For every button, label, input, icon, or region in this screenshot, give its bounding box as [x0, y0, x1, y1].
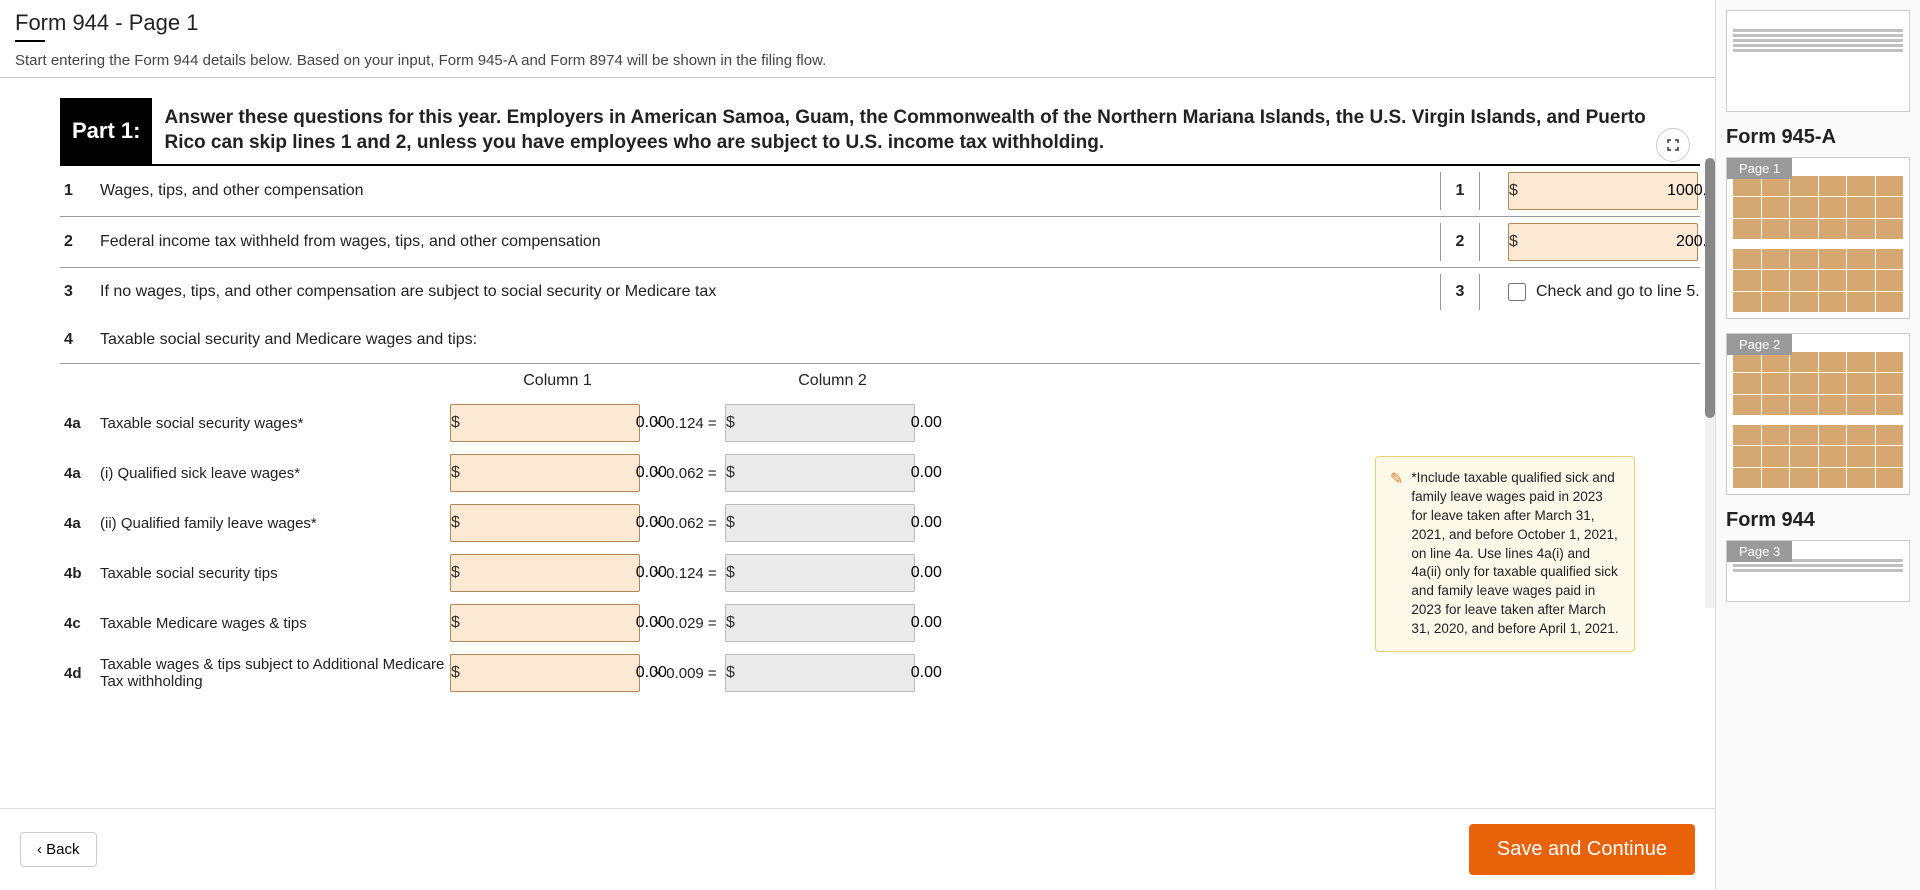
line-4c-num: 4c — [60, 615, 90, 632]
line-4b-mult: × 0.124 = — [645, 565, 725, 582]
maximize-icon — [1665, 137, 1681, 153]
chevron-left-icon: ‹ — [37, 841, 46, 858]
line-4b-label: Taxable social security tips — [90, 565, 450, 582]
scrollbar[interactable] — [1705, 158, 1715, 608]
line-4-label: Taxable social security and Medicare wag… — [90, 331, 1700, 349]
column-2-header: Column 2 — [735, 372, 930, 390]
line-4c-col2-output — [735, 614, 952, 632]
columns-header: Column 1 Column 2 — [60, 364, 1700, 398]
page-label: Page 1 — [1727, 158, 1792, 179]
line-2-label: Federal income tax withheld from wages, … — [90, 233, 1440, 251]
line-4a-row: 4a Taxable social security wages* $ × 0.… — [60, 398, 1700, 448]
info-icon: ✎ — [1390, 469, 1403, 639]
line-3-row: 3 If no wages, tips, and other compensat… — [60, 268, 1700, 316]
line-1-boxnum: 1 — [1440, 172, 1480, 210]
page-label: Page 2 — [1727, 334, 1792, 355]
line-4aii-mult: × 0.062 = — [645, 515, 725, 532]
sidebar-form945a-title: Form 945-A — [1726, 126, 1910, 149]
line-4ai-label: (i) Qualified sick leave wages* — [90, 465, 450, 482]
footer: ‹ Back Save and Continue — [0, 808, 1715, 890]
line-4ai-num: 4a — [60, 465, 90, 482]
maximize-button[interactable] — [1656, 128, 1690, 162]
line-2-boxnum: 2 — [1440, 223, 1480, 261]
line-3-check-label: Check and go to line 5. — [1536, 283, 1700, 301]
line-2-num: 2 — [60, 233, 90, 251]
form-viewer: Part 1: Answer these questions for this … — [0, 78, 1715, 808]
save-continue-button[interactable]: Save and Continue — [1469, 824, 1695, 875]
part1-label: Part 1: — [60, 98, 152, 164]
page-label: Page 3 — [1727, 541, 1792, 562]
line-2-row: 2 Federal income tax withheld from wages… — [60, 217, 1700, 268]
line-3-boxnum: 3 — [1440, 274, 1480, 310]
line-4-row: 4 Taxable social security and Medicare w… — [60, 316, 1700, 364]
line-4a-label: Taxable social security wages* — [90, 415, 450, 432]
line-4a-col2-output — [735, 414, 952, 432]
line-4a-mult: × 0.124 = — [645, 415, 725, 432]
line-4c-label: Taxable Medicare wages & tips — [90, 615, 450, 632]
line-4ai-col2-output — [735, 464, 952, 482]
page-subtitle: Start entering the Form 944 details belo… — [15, 52, 1700, 69]
part1-description: Answer these questions for this year. Em… — [152, 98, 1700, 164]
line-4aii-col2-output — [735, 514, 952, 532]
thumbnail-945a-page2[interactable]: Page 2 — [1726, 333, 1910, 495]
line-1-input[interactable] — [1518, 182, 1715, 200]
info-note-text: *Include taxable qualified sick and fami… — [1411, 469, 1620, 639]
thumbnail-top[interactable] — [1726, 10, 1910, 112]
title-underline — [15, 40, 45, 42]
line-1-label: Wages, tips, and other compensation — [90, 182, 1440, 200]
line-4d-row: 4d Taxable wages & tips subject to Addit… — [60, 648, 1700, 698]
back-button[interactable]: ‹ Back — [20, 832, 97, 867]
info-note: ✎ *Include taxable qualified sick and fa… — [1375, 456, 1635, 652]
line-2-input[interactable] — [1518, 233, 1715, 251]
line-4b-num: 4b — [60, 565, 90, 582]
line-3-num: 3 — [60, 283, 90, 301]
line-4d-mult: × 0.009 = — [645, 665, 725, 682]
column-1-header: Column 1 — [460, 372, 655, 390]
line-3-checkbox[interactable] — [1508, 283, 1526, 301]
line-1-input-wrapper: $ — [1508, 172, 1698, 210]
line-4d-label: Taxable wages & tips subject to Addition… — [90, 656, 450, 690]
line-4c-mult: × 0.029 = — [645, 615, 725, 632]
line-4d-col2-output — [735, 664, 952, 682]
thumbnail-944-page3[interactable]: Page 3 — [1726, 540, 1910, 602]
line-4a-num: 4a — [60, 415, 90, 432]
currency-prefix: $ — [1509, 233, 1518, 251]
line-4aii-label: (ii) Qualified family leave wages* — [90, 515, 450, 532]
page-title: Form 944 - Page 1 — [15, 10, 1700, 36]
line-1-row: 1 Wages, tips, and other compensation 1 … — [60, 166, 1700, 217]
line-4b-col2-output — [735, 564, 952, 582]
part1-header: Part 1: Answer these questions for this … — [60, 98, 1700, 166]
line-3-label: If no wages, tips, and other compensatio… — [90, 283, 1440, 301]
line-4ai-mult: × 0.062 = — [645, 465, 725, 482]
sidebar[interactable]: Form 945-A Page 1 Page 2 — [1715, 0, 1920, 890]
currency-prefix: $ — [1509, 182, 1518, 200]
line-2-input-wrapper: $ — [1508, 223, 1698, 261]
line-1-num: 1 — [60, 182, 90, 200]
line-4aii-num: 4a — [60, 515, 90, 532]
sidebar-form944-title: Form 944 — [1726, 509, 1910, 532]
line-4d-num: 4d — [60, 665, 90, 682]
page-header: Form 944 - Page 1 Start entering the For… — [0, 0, 1715, 78]
line-4-num: 4 — [60, 331, 90, 349]
thumbnail-945a-page1[interactable]: Page 1 — [1726, 157, 1910, 319]
